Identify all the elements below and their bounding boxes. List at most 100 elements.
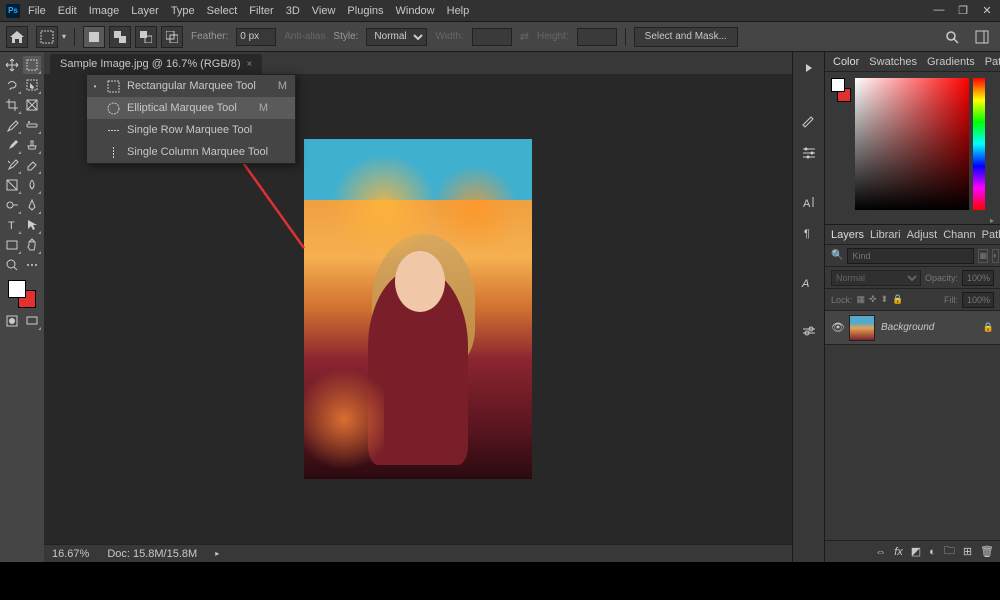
menu-help[interactable]: Help xyxy=(447,5,470,17)
window-close-button[interactable]: ✕ xyxy=(980,4,994,17)
dodge-tool[interactable] xyxy=(3,196,21,214)
filter-adjust-icon[interactable]: ◐ xyxy=(992,249,999,263)
lock-position-icon[interactable]: ✜ xyxy=(869,294,877,305)
healing-brush-tool[interactable] xyxy=(23,116,41,134)
zoom-tool[interactable] xyxy=(3,256,21,274)
menu-view[interactable]: View xyxy=(312,5,336,17)
new-layer-icon[interactable]: ⊞ xyxy=(963,545,972,558)
history-brush-tool[interactable] xyxy=(3,156,21,174)
home-button[interactable] xyxy=(6,26,28,48)
layer-thumbnail[interactable] xyxy=(849,315,875,341)
close-tab-icon[interactable]: × xyxy=(247,59,253,70)
eraser-tool[interactable] xyxy=(23,156,41,174)
hue-slider[interactable] xyxy=(973,78,985,210)
tab-swatches[interactable]: Swatches xyxy=(869,56,917,68)
layer-filter-input[interactable] xyxy=(847,248,974,264)
document-info[interactable]: Doc: 15.8M/15.8M xyxy=(107,548,197,560)
lasso-tool[interactable] xyxy=(3,76,21,94)
tab-patterns[interactable]: Patterns xyxy=(985,56,1000,68)
tab-gradients[interactable]: Gradients xyxy=(927,56,975,68)
selection-add-button[interactable] xyxy=(109,26,131,48)
layer-mask-icon[interactable]: ◩ xyxy=(911,545,921,558)
paragraph-panel-icon[interactable]: ¶ xyxy=(797,222,821,242)
gradient-tool[interactable] xyxy=(3,176,21,194)
pen-tool[interactable] xyxy=(23,196,41,214)
selection-new-button[interactable] xyxy=(83,26,105,48)
mini-fg-swatch[interactable] xyxy=(831,78,845,92)
rectangle-tool[interactable] xyxy=(3,236,21,254)
menu-layer[interactable]: Layer xyxy=(131,5,159,17)
tab-adjustments[interactable]: Adjust xyxy=(907,229,938,241)
document-tab[interactable]: Sample Image.jpg @ 16.7% (RGB/8)× xyxy=(50,54,262,74)
menu-edit[interactable]: Edit xyxy=(58,5,77,17)
workspace-icon[interactable] xyxy=(970,27,994,47)
glyphs-panel-icon[interactable]: A xyxy=(797,272,821,292)
brushes-panel-icon[interactable] xyxy=(797,112,821,132)
group-icon[interactable]: 🗀 xyxy=(944,542,955,561)
menu-plugins[interactable]: Plugins xyxy=(347,5,383,17)
menu-window[interactable]: Window xyxy=(396,5,435,17)
color-swatches[interactable] xyxy=(8,280,36,308)
move-tool[interactable] xyxy=(3,56,21,74)
tab-channels[interactable]: Chann xyxy=(943,229,975,241)
filter-pixel-icon[interactable]: ▦ xyxy=(978,249,988,263)
status-chevron-icon[interactable]: ▸ xyxy=(215,549,219,558)
menu-filter[interactable]: Filter xyxy=(249,5,273,17)
color-field[interactable] xyxy=(855,78,969,210)
object-selection-tool[interactable] xyxy=(23,76,41,94)
flyout-single-row-marquee[interactable]: Single Row Marquee Tool xyxy=(87,119,295,141)
delete-layer-icon[interactable]: 🗑 xyxy=(980,545,994,558)
layer-visibility-icon[interactable]: 👁 xyxy=(831,321,843,334)
rectangular-marquee-tool[interactable] xyxy=(23,56,41,74)
menu-type[interactable]: Type xyxy=(171,5,195,17)
tab-layers[interactable]: Layers xyxy=(831,229,864,241)
tab-paths[interactable]: Paths xyxy=(982,229,1000,241)
path-selection-tool[interactable] xyxy=(23,216,41,234)
fill-input[interactable] xyxy=(962,292,994,308)
color-chevron-icon[interactable]: ▸ xyxy=(990,216,994,222)
clone-stamp-tool[interactable] xyxy=(23,136,41,154)
screen-mode-button[interactable] xyxy=(23,312,41,330)
window-minimize-button[interactable]: — xyxy=(932,4,946,17)
canvas[interactable]: •Rectangular Marquee ToolM Elliptical Ma… xyxy=(44,74,792,544)
style-select[interactable]: Normal xyxy=(366,28,427,46)
tab-color[interactable]: Color xyxy=(833,56,859,68)
lock-all-icon[interactable]: 🔒 xyxy=(892,294,903,305)
mini-swatches[interactable] xyxy=(831,78,851,102)
foreground-color-swatch[interactable] xyxy=(8,280,26,298)
window-maximize-button[interactable]: ❐ xyxy=(956,4,970,17)
lock-artboard-icon[interactable]: ⬍ xyxy=(881,294,889,305)
flyout-elliptical-marquee[interactable]: Elliptical Marquee ToolM xyxy=(87,97,295,119)
selection-subtract-button[interactable] xyxy=(135,26,157,48)
link-layers-icon[interactable]: ⇔ xyxy=(875,546,886,558)
blur-tool[interactable] xyxy=(23,176,41,194)
selection-intersect-button[interactable] xyxy=(161,26,183,48)
opacity-input[interactable] xyxy=(962,270,994,286)
crop-tool[interactable] xyxy=(3,96,21,114)
feather-input[interactable] xyxy=(236,28,276,46)
character-panel-icon[interactable]: A xyxy=(797,192,821,212)
type-tool[interactable]: T xyxy=(3,216,21,234)
frame-tool[interactable] xyxy=(23,96,41,114)
eyedropper-tool[interactable] xyxy=(3,116,21,134)
hand-tool[interactable] xyxy=(23,236,41,254)
lock-icon[interactable]: 🔒 xyxy=(983,322,994,333)
adjustment-layer-icon[interactable]: ◐ xyxy=(929,546,936,558)
flyout-single-column-marquee[interactable]: Single Column Marquee Tool xyxy=(87,141,295,163)
properties-panel-icon[interactable] xyxy=(797,322,821,342)
menu-3d[interactable]: 3D xyxy=(286,5,300,17)
select-and-mask-button[interactable]: Select and Mask... xyxy=(634,27,738,47)
search-icon[interactable] xyxy=(940,27,964,47)
brush-tool[interactable] xyxy=(3,136,21,154)
adjustments-panel-icon[interactable] xyxy=(797,142,821,162)
layer-row[interactable]: 👁 Background 🔒 xyxy=(825,311,1000,345)
tab-libraries[interactable]: Librari xyxy=(870,229,901,241)
blend-mode-select[interactable]: Normal xyxy=(831,270,921,286)
layer-effects-icon[interactable]: fx xyxy=(894,546,903,558)
edit-toolbar-button[interactable] xyxy=(23,256,41,274)
menu-file[interactable]: File xyxy=(28,5,46,17)
marquee-tool-preset[interactable] xyxy=(36,26,58,48)
flyout-rectangular-marquee[interactable]: •Rectangular Marquee ToolM xyxy=(87,75,295,97)
menu-image[interactable]: Image xyxy=(89,5,120,17)
quick-mask-button[interactable] xyxy=(3,312,21,330)
